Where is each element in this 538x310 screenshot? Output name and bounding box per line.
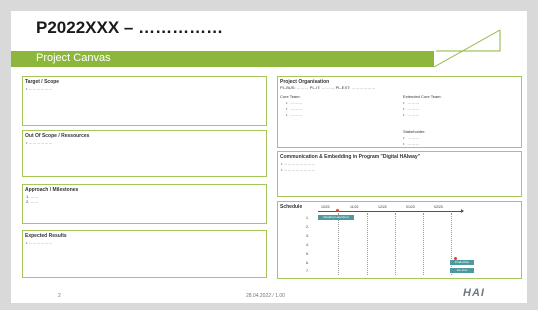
row-number: 4. (306, 243, 309, 247)
row-number: 2. (306, 225, 309, 229)
period-label: 02/23 (434, 205, 443, 209)
subtitle-banner: Project Canvas (11, 51, 434, 67)
extended-team-label: Extended Core Team: (403, 94, 442, 99)
expected-results-box: Expected Results • ……………… (22, 230, 267, 278)
header-decoration (433, 29, 501, 68)
row-number: 7. (306, 269, 309, 273)
box-line: • ……………… (26, 240, 53, 245)
stake-item: ……… (403, 141, 419, 146)
row-number: 5. (306, 252, 309, 256)
row-number: 6. (306, 261, 309, 265)
organisation-box: Project Organisation PL-BUS: ……… PL-IT: … (277, 76, 522, 148)
communication-box: Communication & Embedding in Program "Di… (277, 151, 522, 197)
schedule-bar: Desktop Launched (318, 215, 354, 220)
footer-date: 28.04.2022 / 1.00 (246, 293, 285, 299)
grid-line (367, 213, 368, 275)
grid-line (338, 213, 339, 275)
grid-line (395, 213, 396, 275)
box-title: Schedule (280, 204, 303, 210)
grid-line (451, 213, 452, 275)
schedule-bar: Production (450, 260, 474, 265)
period-label: 11/22 (350, 205, 359, 209)
page-number: 2 (58, 293, 61, 299)
schedule-box: Schedule 10/22 11/22 12/22 01/23 02/23 1… (277, 201, 522, 279)
timeline-arrow (461, 209, 464, 213)
approach-box: Approach / Milestones 1. …… 2. …… (22, 184, 267, 224)
period-label: 12/22 (378, 205, 387, 209)
box-title: Expected Results (25, 233, 67, 239)
box-line: • …………………… (281, 167, 316, 172)
box-line: • …………………… (281, 161, 316, 166)
ext-item: ……… (403, 100, 419, 105)
target-scope-box: Target / Scope • ……………… (22, 76, 267, 126)
hai-logo: HAI (463, 287, 485, 299)
ext-item: ……… (403, 106, 419, 111)
box-title: Out Of Scope / Ressources (25, 133, 90, 139)
today-marker (336, 209, 339, 212)
core-team-label: Core Team: (280, 94, 301, 99)
ext-item: ……… (403, 112, 419, 117)
stakeholder-label: Stakeholder: (403, 129, 426, 134)
core-item: ……… (286, 100, 302, 105)
box-title: Target / Scope (25, 79, 60, 85)
box-line: • ……………… (26, 86, 53, 91)
timeline-axis (318, 211, 463, 212)
core-item: ……… (286, 106, 302, 111)
box-line: • ……………… (26, 140, 53, 145)
box-title: Communication & Embedding in Program "Di… (280, 154, 421, 160)
stake-item: ……… (403, 135, 419, 140)
row-number: 3. (306, 234, 309, 238)
box-title: Approach / Milestones (25, 187, 79, 193)
page-title: P2022XXX – …………… (36, 18, 224, 37)
out-of-scope-box: Out Of Scope / Ressources • ……………… (22, 130, 267, 177)
subtitle: Project Canvas (36, 52, 111, 64)
schedule-bar: Go-Live (450, 268, 474, 273)
grid-line (423, 213, 424, 275)
period-label: 10/22 (321, 205, 330, 209)
period-label: 01/23 (406, 205, 415, 209)
core-item: ……… (286, 112, 302, 117)
roles-line: PL-BUS: ……… PL-IT: ………, PL-EXT: ……………… (280, 85, 376, 90)
box-line: 2. …… (26, 199, 39, 204)
row-number: 1. (306, 216, 309, 220)
